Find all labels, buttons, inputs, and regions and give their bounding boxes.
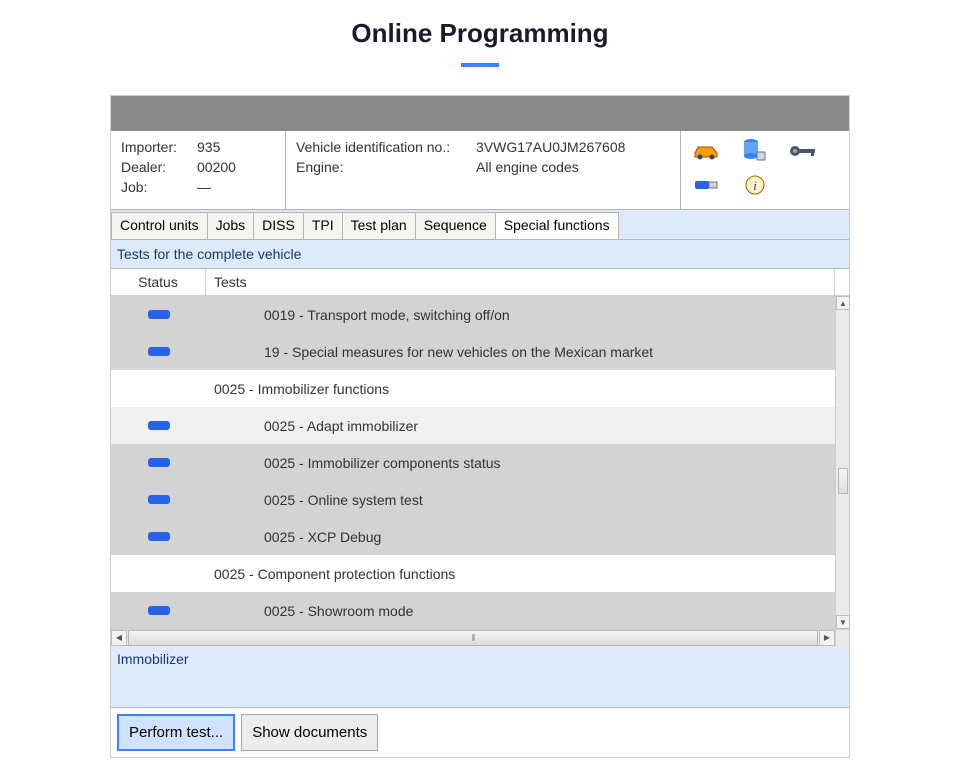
importer-label: Importer:	[121, 139, 197, 155]
app-window: Importer: 935 Dealer: 00200 Job: — Vehic…	[110, 95, 850, 758]
tab-jobs[interactable]: Jobs	[207, 212, 255, 239]
tab-diss[interactable]: DISS	[253, 212, 304, 239]
tabs: Control unitsJobsDISSTPITest planSequenc…	[111, 210, 849, 240]
test-label: 0025 - Showroom mode	[214, 603, 835, 619]
status-pill-icon	[148, 458, 170, 467]
scroll-right-icon[interactable]: ▶	[819, 630, 835, 646]
rows-area: 0019 - Transport mode, switching off/on 1…	[111, 296, 849, 629]
test-label: 0025 - Immobilizer components status	[214, 455, 835, 471]
test-label: 0025 - Immobilizer functions	[214, 381, 835, 397]
dealer-value: 00200	[197, 159, 236, 175]
table-row[interactable]: 19 - Special measures for new vehicles o…	[111, 333, 835, 370]
svg-text:i: i	[753, 178, 757, 193]
info-col-icons: i	[681, 131, 849, 209]
title-underline	[461, 63, 499, 67]
test-label: 0025 - Adapt immobilizer	[214, 418, 835, 434]
test-label: 19 - Special measures for new vehicles o…	[214, 344, 835, 360]
tab-special-functions[interactable]: Special functions	[495, 212, 619, 239]
job-label: Job:	[121, 179, 197, 195]
vin-label: Vehicle identification no.:	[296, 139, 476, 155]
tab-test-plan[interactable]: Test plan	[342, 212, 416, 239]
action-bar: Perform test... Show documents	[111, 707, 849, 757]
job-value: —	[197, 179, 211, 195]
show-documents-button[interactable]: Show documents	[241, 714, 378, 751]
tab-control-units[interactable]: Control units	[111, 212, 208, 239]
info-col-vehicle: Vehicle identification no.: 3VWG17AU0JM2…	[286, 131, 681, 209]
engine-label: Engine:	[296, 159, 476, 175]
info-row: Importer: 935 Dealer: 00200 Job: — Vehic…	[111, 131, 849, 210]
rows-body: 0019 - Transport mode, switching off/on 1…	[111, 296, 835, 629]
server-icon[interactable]	[737, 137, 773, 165]
status-cell	[111, 310, 206, 319]
engine-value: All engine codes	[476, 159, 579, 175]
perform-test-button[interactable]: Perform test...	[117, 714, 235, 751]
table-row[interactable]: 0025 - Immobilizer functions	[111, 370, 835, 407]
section-header: Tests for the complete vehicle	[111, 240, 849, 269]
status-pill-icon	[148, 606, 170, 615]
table-header: Status Tests	[111, 269, 849, 296]
tab-tpi[interactable]: TPI	[303, 212, 343, 239]
table-row[interactable]: 0025 - Component protection functions	[111, 555, 835, 592]
scroll-thumb[interactable]	[838, 468, 848, 494]
status-pill-icon	[148, 532, 170, 541]
th-status: Status	[111, 269, 206, 295]
key-icon[interactable]	[785, 137, 821, 165]
table-row[interactable]: 0025 - Online system test	[111, 481, 835, 518]
tab-sequence[interactable]: Sequence	[415, 212, 496, 239]
test-label: 0025 - Online system test	[214, 492, 835, 508]
scroll-left-icon[interactable]: ◀	[111, 630, 127, 646]
page-title: Online Programming	[0, 18, 960, 49]
status-cell	[111, 347, 206, 356]
scroll-up-icon[interactable]: ▲	[836, 296, 850, 310]
test-label: 0025 - Component protection functions	[214, 566, 835, 582]
vertical-scrollbar[interactable]: ▲ ▼	[835, 296, 849, 629]
sub-section-title: Immobilizer	[111, 645, 849, 707]
status-pill-icon	[148, 421, 170, 430]
test-label: 0019 - Transport mode, switching off/on	[214, 307, 835, 323]
status-pill-icon	[148, 310, 170, 319]
table-row[interactable]: 0025 - Showroom mode	[111, 592, 835, 629]
table-row[interactable]: 0025 - Adapt immobilizer	[111, 407, 835, 444]
horizontal-scrollbar[interactable]: ◀ ▶	[111, 629, 849, 645]
info-col-dealer: Importer: 935 Dealer: 00200 Job: —	[111, 131, 286, 209]
status-pill-icon	[148, 495, 170, 504]
window-titlebar	[111, 96, 849, 131]
scroll-down-icon[interactable]: ▼	[836, 615, 850, 629]
importer-value: 935	[197, 139, 220, 155]
test-label: 0025 - XCP Debug	[214, 529, 835, 545]
vin-value: 3VWG17AU0JM267608	[476, 139, 625, 155]
h-scroll-thumb[interactable]	[128, 630, 818, 646]
info-icon[interactable]: i	[737, 171, 773, 199]
status-pill-icon	[148, 347, 170, 356]
table-row[interactable]: 0025 - Immobilizer components status	[111, 444, 835, 481]
status-cell	[111, 606, 206, 615]
table-row[interactable]: 0019 - Transport mode, switching off/on	[111, 296, 835, 333]
usb-icon[interactable]	[689, 171, 725, 199]
th-tests: Tests	[206, 269, 835, 295]
car-icon[interactable]	[689, 137, 725, 165]
table-row[interactable]: 0025 - XCP Debug	[111, 518, 835, 555]
status-cell	[111, 421, 206, 430]
status-cell	[111, 532, 206, 541]
dealer-label: Dealer:	[121, 159, 197, 175]
status-cell	[111, 458, 206, 467]
status-cell	[111, 495, 206, 504]
